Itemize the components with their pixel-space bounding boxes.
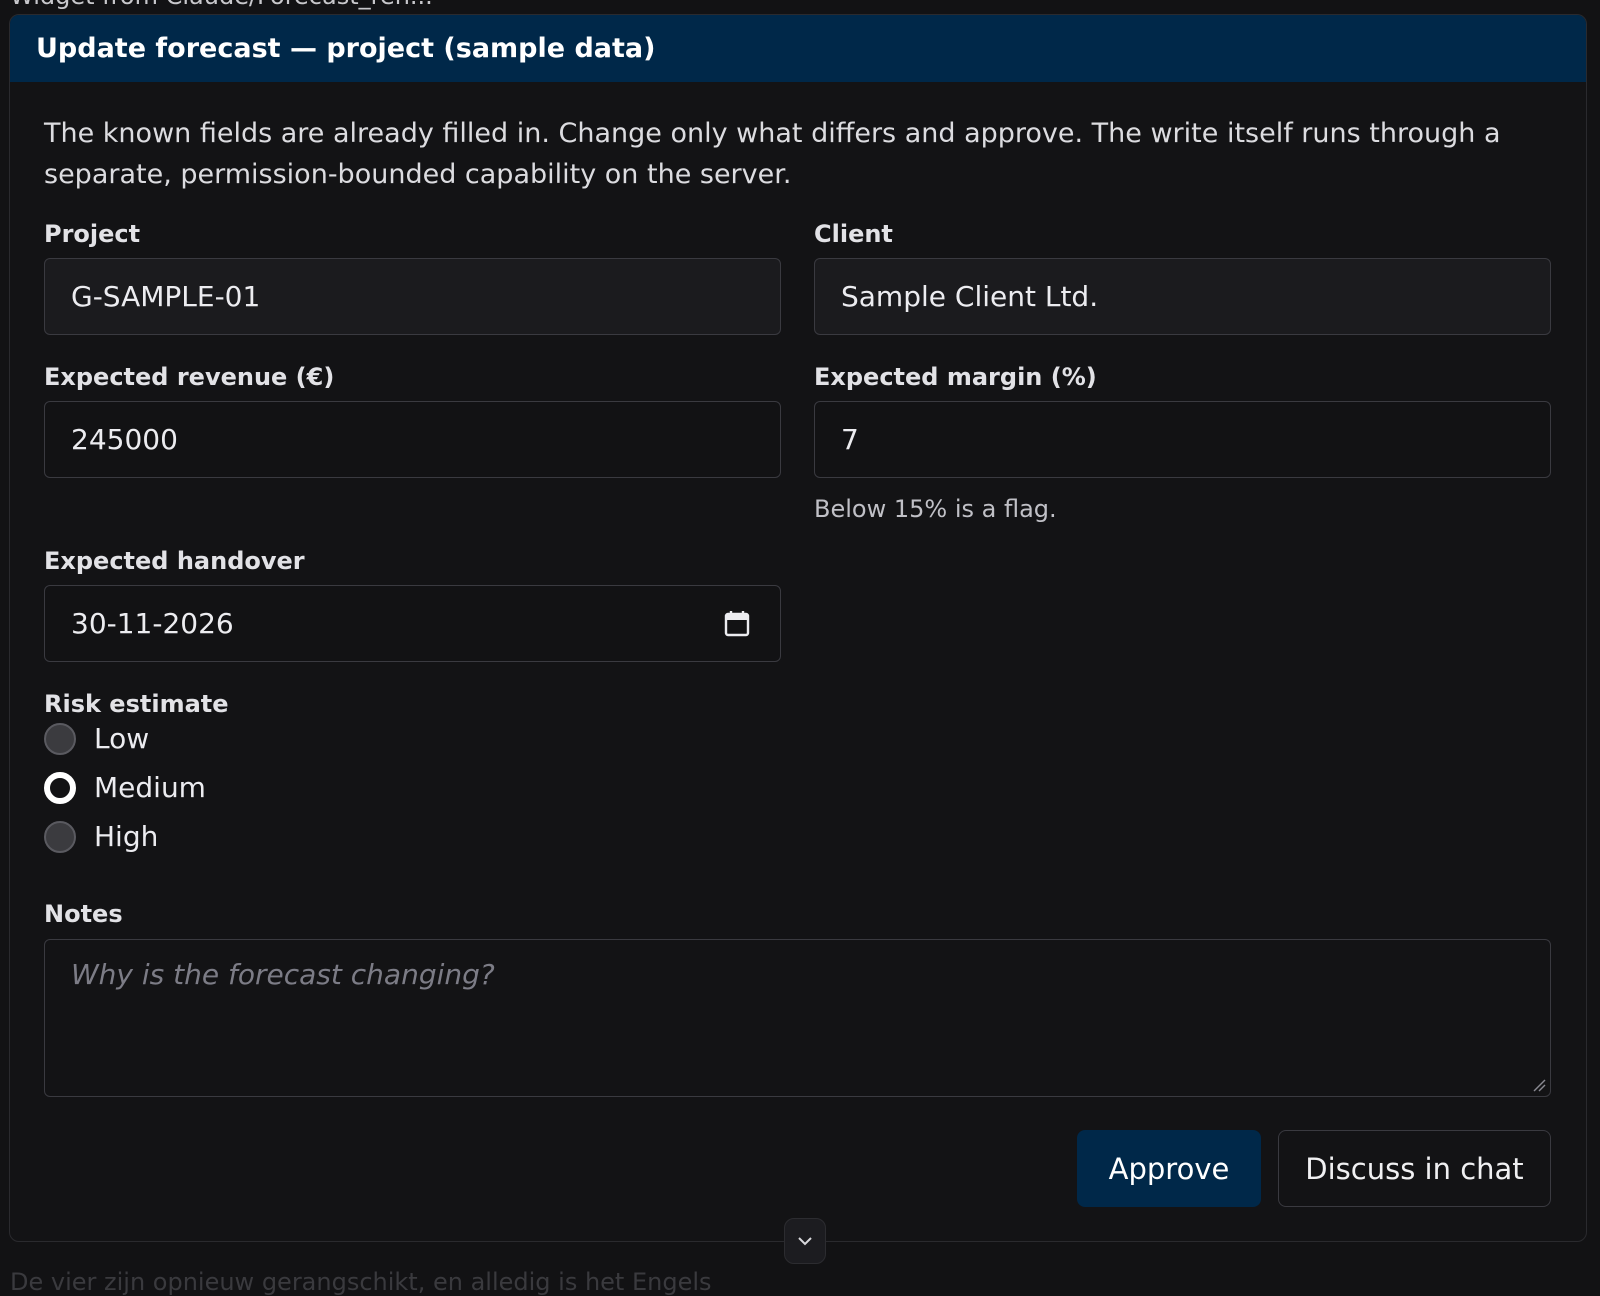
forecast-dialog: Update forecast — project (sample data) …	[9, 14, 1587, 1242]
risk-option-low[interactable]: Low	[44, 722, 149, 755]
risk-option-medium[interactable]: Medium	[44, 771, 206, 804]
discuss-label: Discuss in chat	[1305, 1151, 1524, 1186]
dialog-header: Update forecast — project (sample data)	[10, 15, 1586, 82]
revenue-field[interactable]: 245000	[44, 401, 781, 478]
project-label: Project	[44, 220, 141, 248]
project-value: G-SAMPLE-01	[71, 280, 261, 313]
background-text-bottom: De vier zijn opnieuw gerangschikt, en al…	[10, 1268, 712, 1296]
approve-button[interactable]: Approve	[1077, 1130, 1261, 1207]
risk-option-label: Medium	[94, 771, 206, 804]
risk-option-label: Low	[94, 722, 150, 755]
client-field[interactable]: Sample Client Ltd.	[814, 258, 1551, 335]
background-text-top: Widget from Claude/Forecast_ren...	[10, 0, 433, 10]
margin-hint: Below 15% is a flag.	[814, 495, 1057, 523]
radio-high[interactable]	[44, 820, 76, 853]
dialog-intro: The known fields are already filled in. …	[44, 118, 1501, 190]
revenue-label: Expected revenue (€)	[44, 363, 335, 391]
notes-label: Notes	[44, 900, 123, 928]
revenue-value: 245000	[71, 423, 178, 456]
handover-value: 30-11-2026	[71, 607, 234, 640]
discuss-in-chat-button[interactable]: Discuss in chat	[1278, 1130, 1551, 1207]
margin-label: Expected margin (%)	[814, 363, 1097, 391]
project-field[interactable]: G-SAMPLE-01	[44, 258, 781, 335]
calendar-icon[interactable]	[724, 610, 750, 637]
radio-medium[interactable]	[44, 771, 76, 804]
margin-value: 7	[841, 423, 859, 456]
dialog-title: Update forecast — project (sample data)	[36, 33, 656, 64]
risk-label: Risk estimate	[44, 690, 229, 718]
notes-placeholder: Why is the forecast changing?	[71, 958, 495, 991]
scroll-down-button[interactable]	[784, 1218, 826, 1264]
radio-low[interactable]	[44, 722, 76, 755]
resize-grip-icon[interactable]	[1532, 1078, 1546, 1092]
client-label: Client	[814, 220, 893, 248]
chevron-down-icon	[798, 1237, 812, 1246]
approve-label: Approve	[1108, 1151, 1230, 1186]
risk-option-high[interactable]: High	[44, 820, 158, 853]
risk-option-label: High	[94, 820, 159, 853]
handover-label: Expected handover	[44, 547, 305, 575]
notes-textarea[interactable]: Why is the forecast changing?	[44, 939, 1551, 1097]
client-value: Sample Client Ltd.	[841, 280, 1099, 313]
handover-date-field[interactable]: 30-11-2026	[44, 585, 781, 662]
margin-field[interactable]: 7	[814, 401, 1551, 478]
